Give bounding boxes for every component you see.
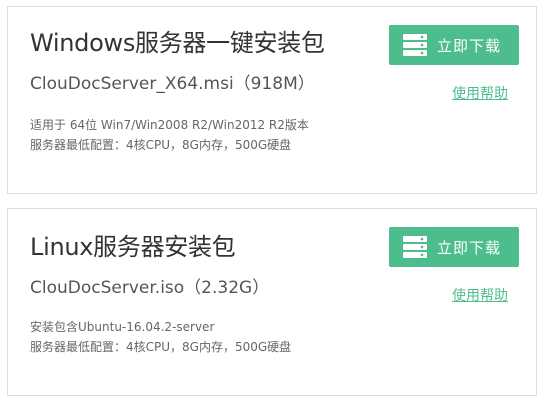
package-title: Windows服务器一键安装包 bbox=[30, 29, 325, 57]
help-link[interactable]: 使用帮助 bbox=[452, 83, 508, 103]
linux-package-card: Linux服务器安装包 ClouDocServer.iso（2.32G） 安装包… bbox=[7, 208, 537, 396]
package-filename: ClouDocServer.iso（2.32G） bbox=[30, 278, 270, 298]
download-button-label: 立即下载 bbox=[437, 36, 502, 55]
download-button[interactable]: 立即下载 bbox=[389, 25, 519, 65]
package-filename: ClouDocServer_X64.msi（918M） bbox=[30, 74, 315, 94]
package-title: Linux服务器安装包 bbox=[30, 233, 236, 261]
windows-package-card: Windows服务器一键安装包 ClouDocServer_X64.msi（91… bbox=[7, 6, 537, 194]
package-compat-text: 适用于 64位 Win7/Win2008 R2/Win2012 R2版本 bbox=[30, 118, 309, 132]
download-button-label: 立即下载 bbox=[437, 238, 502, 257]
package-description: 适用于 64位 Win7/Win2008 R2/Win2012 R2版本 服务器… bbox=[30, 115, 309, 155]
server-icon bbox=[403, 236, 427, 258]
download-button[interactable]: 立即下载 bbox=[389, 227, 519, 267]
package-contents-text: 安装包含Ubuntu-16.04.2-server bbox=[30, 320, 215, 334]
server-icon bbox=[403, 34, 427, 56]
package-description: 安装包含Ubuntu-16.04.2-server 服务器最低配置：4核CPU，… bbox=[30, 317, 291, 357]
package-requirements-text: 服务器最低配置：4核CPU，8G内存，500G硬盘 bbox=[30, 138, 292, 152]
package-requirements-text: 服务器最低配置：4核CPU，8G内存，500G硬盘 bbox=[30, 340, 292, 354]
help-link[interactable]: 使用帮助 bbox=[452, 285, 508, 305]
